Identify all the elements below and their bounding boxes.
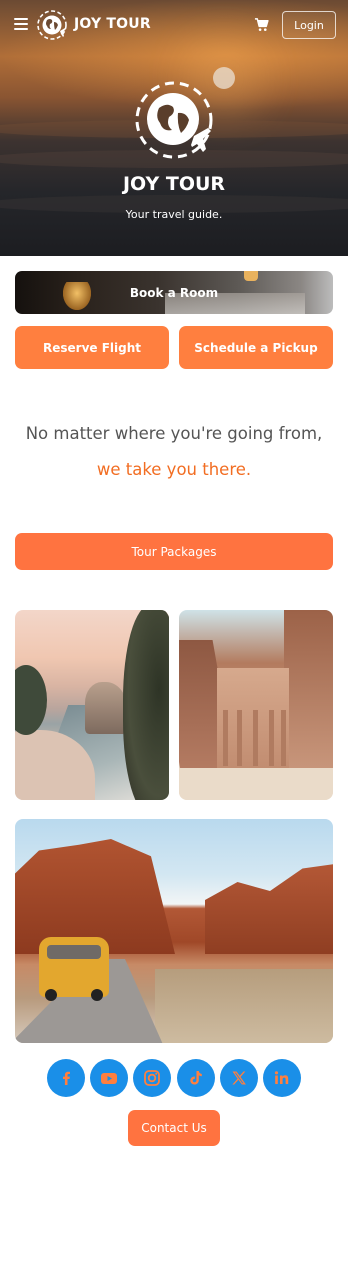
sun: [213, 67, 235, 89]
login-button[interactable]: Login: [282, 11, 336, 39]
schedule-pickup-button[interactable]: Schedule a Pickup: [179, 326, 333, 369]
instagram-icon[interactable]: [133, 1059, 171, 1097]
hero-subtitle: Your travel guide.: [125, 208, 223, 221]
contact-us-button[interactable]: Contact Us: [128, 1110, 220, 1146]
van-image: [39, 937, 109, 1001]
hamburger-menu-icon[interactable]: [14, 18, 28, 30]
facebook-icon[interactable]: [47, 1059, 85, 1097]
globe-plane-logo-icon: [135, 81, 213, 159]
tour-packages-button[interactable]: Tour Packages: [15, 533, 333, 570]
globe-logo-icon[interactable]: [36, 9, 68, 41]
top-navigation: JOY TOUR Login: [0, 0, 348, 50]
tagline-line2: we take you there.: [96, 460, 252, 479]
x-icon[interactable]: [220, 1059, 258, 1097]
book-room-label: Book a Room: [129, 285, 219, 300]
tagline-line1: No matter where you're going from,: [25, 424, 323, 443]
reserve-flight-button[interactable]: Reserve Flight: [15, 326, 169, 369]
book-room-button[interactable]: Book a Room: [15, 271, 333, 314]
brand-name[interactable]: JOY TOUR: [74, 16, 151, 32]
canyon-road-photo: [15, 819, 333, 1043]
tiktok-icon[interactable]: [177, 1059, 215, 1097]
linkedin-icon[interactable]: [263, 1059, 301, 1097]
petra-photo: [179, 610, 333, 800]
beach-photo: [15, 610, 169, 800]
hero-banner: JOY TOUR Login JOY TOUR Your travel guid…: [0, 0, 348, 256]
cart-icon[interactable]: [254, 17, 269, 32]
hero-title: JOY TOUR: [122, 173, 226, 195]
youtube-icon[interactable]: [90, 1059, 128, 1097]
